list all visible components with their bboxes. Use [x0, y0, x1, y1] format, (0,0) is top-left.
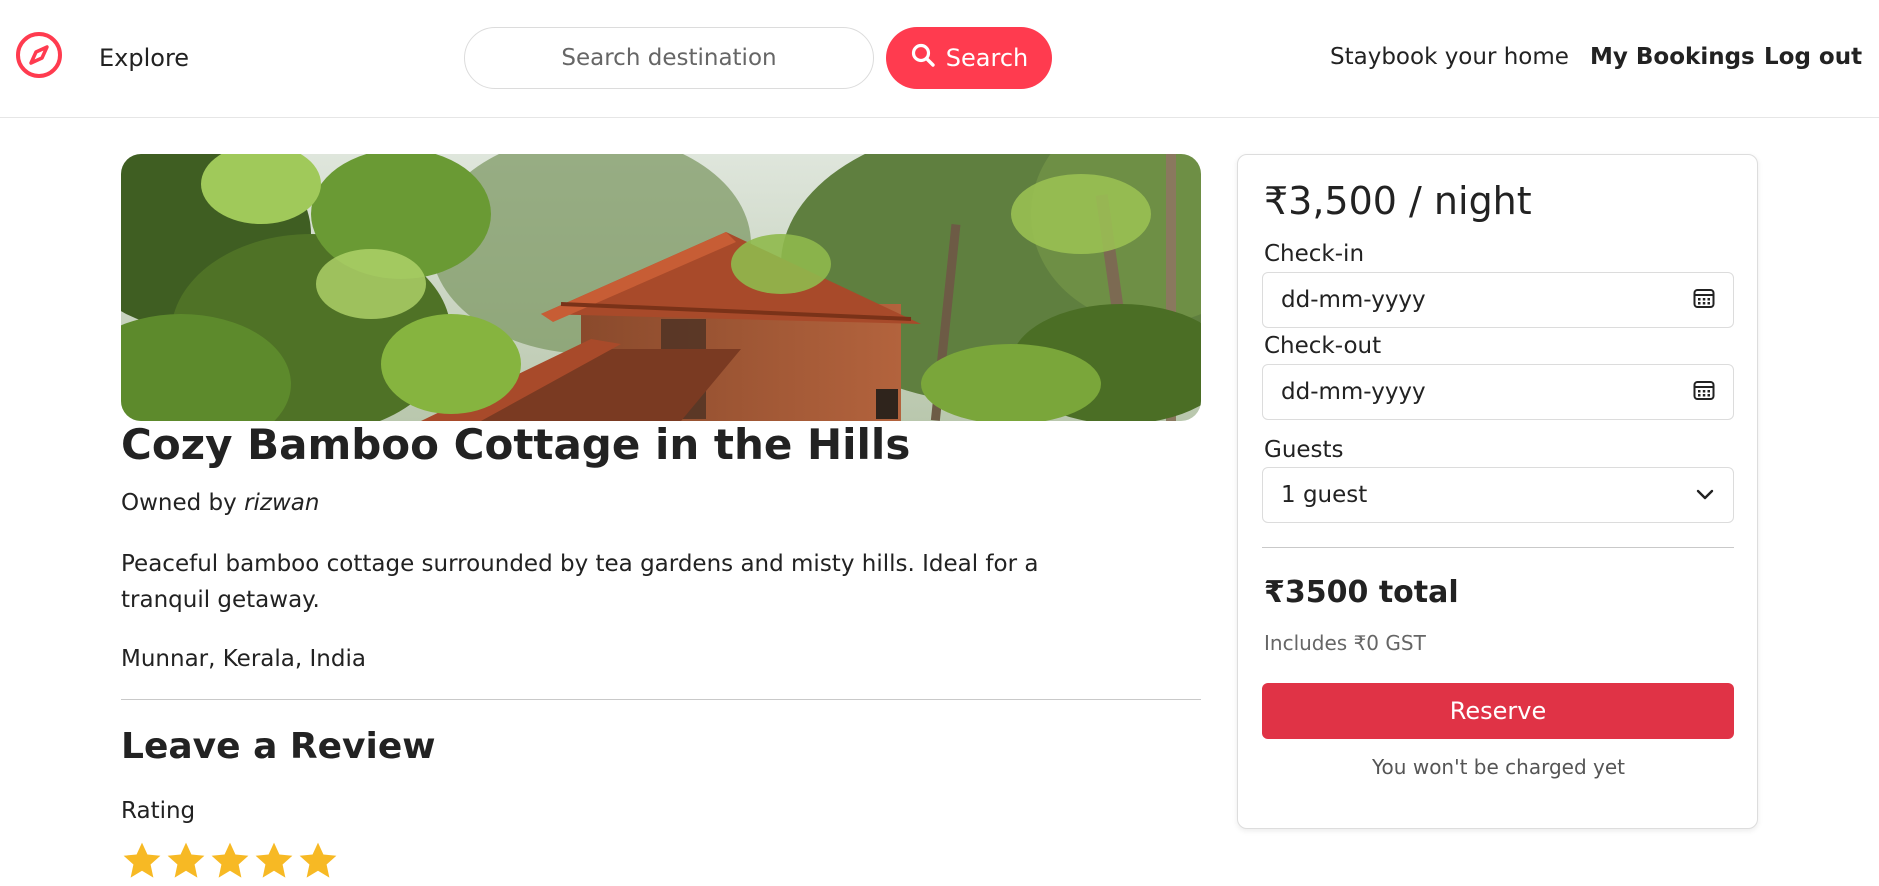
review-heading: Leave a Review — [121, 726, 436, 767]
star-icon[interactable] — [165, 840, 207, 882]
explore-link[interactable]: Explore — [99, 44, 189, 72]
chevron-down-icon — [1695, 486, 1715, 505]
star-rating-input[interactable] — [121, 840, 339, 882]
price-per-night: ₹3,500 / night — [1264, 179, 1532, 223]
checkout-date-input[interactable]: dd-mm-yyyy — [1262, 364, 1734, 420]
checkout-value: dd-mm-yyyy — [1281, 379, 1426, 405]
checkout-label: Check-out — [1264, 333, 1382, 359]
star-icon[interactable] — [209, 840, 251, 882]
search-button[interactable]: Search — [886, 27, 1052, 89]
guests-label: Guests — [1264, 437, 1344, 463]
nav-logout-link[interactable]: Log out — [1764, 44, 1862, 70]
owner-name: rizwan — [244, 490, 320, 516]
total-price: ₹3500 total — [1264, 575, 1459, 610]
nav-host-home-link[interactable]: Staybook your home — [1330, 44, 1569, 70]
nav-my-bookings-link[interactable]: My Bookings — [1590, 44, 1755, 70]
listing-title: Cozy Bamboo Cottage in the Hills — [121, 420, 911, 469]
owner-prefix: Owned by — [121, 490, 237, 516]
rating-label: Rating — [121, 798, 196, 824]
booking-card: ₹3,500 / night Check-in dd-mm-yyyy Check… — [1237, 154, 1758, 829]
listing-owner: Owned by rizwan — [121, 490, 319, 516]
listing-hero-image — [121, 154, 1201, 421]
calendar-icon[interactable] — [1693, 287, 1715, 313]
calendar-icon[interactable] — [1693, 379, 1715, 405]
guests-select[interactable]: 1 guest — [1262, 467, 1734, 523]
card-divider — [1262, 547, 1734, 548]
search-input[interactable] — [464, 27, 874, 89]
gst-note: Includes ₹0 GST — [1264, 631, 1426, 655]
charge-note: You won't be charged yet — [1372, 755, 1625, 779]
search-button-label: Search — [945, 44, 1029, 72]
star-icon[interactable] — [297, 840, 339, 882]
listing-location: Munnar, Kerala, India — [121, 646, 366, 672]
checkin-label: Check-in — [1264, 241, 1365, 267]
compass-icon[interactable] — [14, 30, 64, 80]
section-divider — [121, 699, 1201, 700]
checkin-value: dd-mm-yyyy — [1281, 287, 1426, 313]
search-icon — [910, 42, 936, 74]
guests-value: 1 guest — [1281, 482, 1368, 508]
top-navbar: Explore Search Staybook your home My Boo… — [0, 0, 1879, 118]
star-icon[interactable] — [253, 840, 295, 882]
listing-description: Peaceful bamboo cottage surrounded by te… — [121, 551, 1039, 613]
star-icon[interactable] — [121, 840, 163, 882]
reserve-button[interactable]: Reserve — [1262, 683, 1734, 739]
checkin-date-input[interactable]: dd-mm-yyyy — [1262, 272, 1734, 328]
